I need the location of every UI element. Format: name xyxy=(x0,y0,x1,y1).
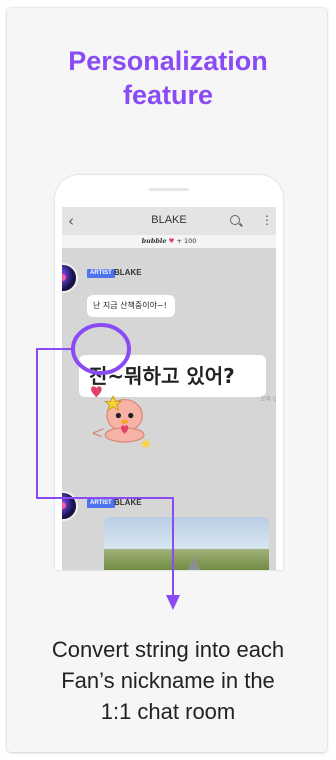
feature-title-line2: feature xyxy=(122,80,214,110)
bubble-count: + 100 xyxy=(176,237,197,245)
artist-name: BLAKE xyxy=(114,268,142,277)
artist-avatar-2[interactable] xyxy=(62,491,78,521)
phone-mockup: ‹ BLAKE ⋮ bubble ♥ + 100 ARTIST BLAKE 난 … xyxy=(55,175,283,570)
caption-line3: 1:1 chat room xyxy=(100,699,236,724)
feature-title-line1: Personalization xyxy=(68,46,268,76)
message-timestamp: 오후 05:58 xyxy=(260,396,276,403)
artist-badge: ARTIST xyxy=(87,269,115,278)
caption-line1: Convert string into each xyxy=(51,637,285,662)
more-options-icon[interactable]: ⋮ xyxy=(261,212,273,228)
chat-title: BLAKE xyxy=(151,214,187,226)
bubble-label: bubble xyxy=(141,237,167,245)
heart-icon: ♥ xyxy=(168,237,175,245)
feature-caption: Convert string into each Fan’s nickname … xyxy=(0,634,336,727)
caption-line2: Fan’s nickname in the xyxy=(61,668,275,693)
artist-avatar[interactable] xyxy=(62,263,78,293)
sticker-heart-icon xyxy=(91,386,102,398)
photo-road xyxy=(164,557,224,570)
chat-photo[interactable] xyxy=(104,517,269,570)
octopus-sticker xyxy=(91,386,152,449)
feature-title: Personalization feature xyxy=(0,44,336,112)
chat-app-bar: ‹ BLAKE ⋮ xyxy=(62,207,276,235)
artist-badge-2: ARTIST xyxy=(87,499,115,508)
chat-message: 난 지금 산책중이야~! xyxy=(87,295,175,317)
search-icon[interactable] xyxy=(230,215,240,225)
phone-speaker xyxy=(149,188,189,191)
bubble-count-bar: bubble ♥ + 100 xyxy=(62,235,276,248)
artist-name-2: BLAKE xyxy=(114,498,142,507)
